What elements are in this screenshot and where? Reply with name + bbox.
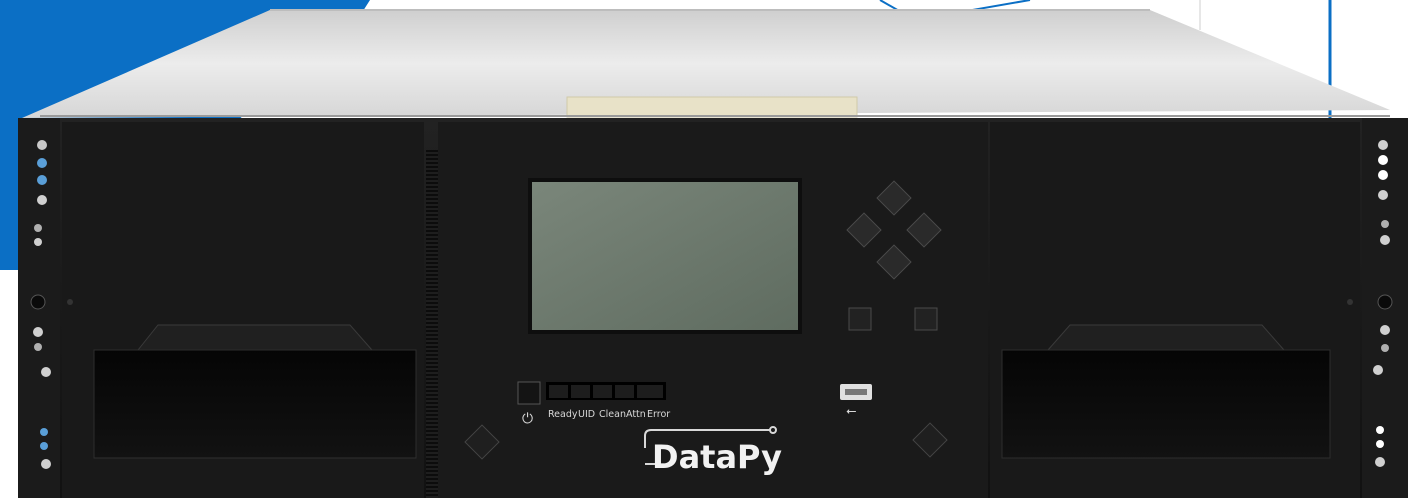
- led-label-uid: UID: [578, 409, 596, 420]
- right-rack-ear: [1362, 118, 1408, 498]
- lcd-display: [528, 178, 802, 334]
- nav-left-button[interactable]: [848, 214, 880, 246]
- left-rack-ear: [18, 118, 60, 498]
- usb-icon: ⭠: [846, 404, 857, 419]
- led-label-error: Error: [647, 409, 671, 420]
- nav-right-button[interactable]: [908, 214, 940, 246]
- led-label-attn: Attn: [626, 409, 646, 420]
- led-label-ready: Ready: [548, 409, 578, 420]
- nav-up-button[interactable]: [878, 182, 910, 214]
- led-label-clean: Clean: [599, 409, 626, 420]
- usb-port-hit[interactable]: [840, 384, 872, 400]
- left-magazine-handle[interactable]: [94, 350, 416, 458]
- status-led-bar: [546, 382, 666, 400]
- cancel-button-hit[interactable]: [915, 308, 937, 330]
- nav-down-button[interactable]: [878, 246, 910, 278]
- right-magazine-handle[interactable]: [1002, 350, 1330, 458]
- product-photo: Ready UID Clean Attn Error ⏻ ⭠ DataPy: [0, 0, 1408, 498]
- power-button[interactable]: [518, 382, 540, 404]
- enter-button-hit[interactable]: [849, 308, 871, 330]
- power-icon: ⏻: [522, 411, 534, 427]
- brand-logo-text: DataPy: [652, 438, 782, 476]
